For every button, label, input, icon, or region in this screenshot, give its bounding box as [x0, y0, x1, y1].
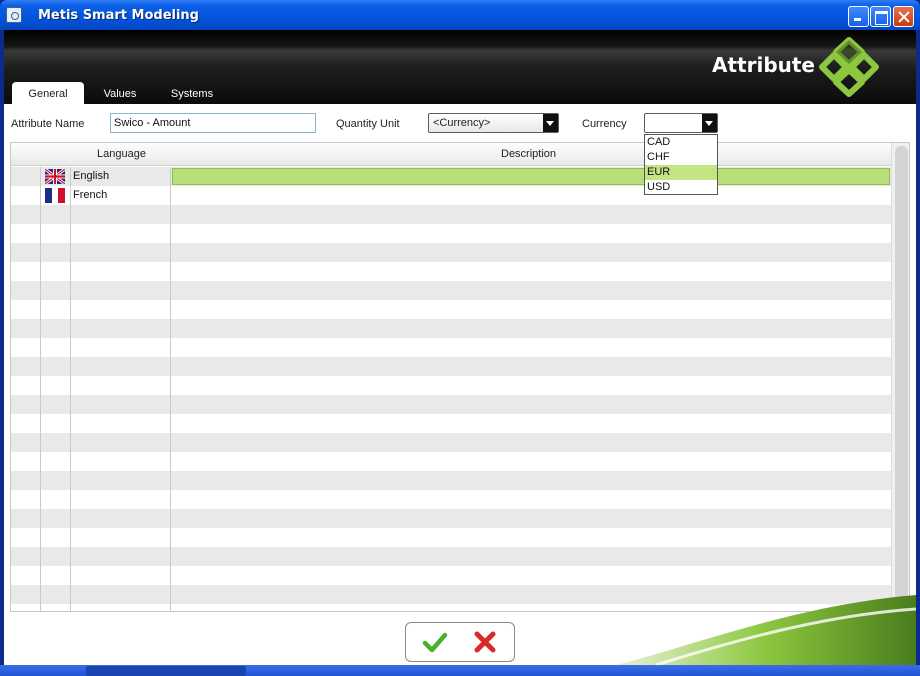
- chevron-down-icon[interactable]: [702, 114, 717, 132]
- minimize-button[interactable]: [848, 6, 869, 27]
- close-button[interactable]: [893, 6, 914, 27]
- table-row[interactable]: [11, 281, 891, 300]
- table-row[interactable]: [11, 319, 891, 338]
- currency-option-usd[interactable]: USD: [645, 180, 717, 195]
- quantity-unit-select[interactable]: <Currency>: [428, 113, 559, 133]
- language-cell: French: [73, 189, 108, 201]
- table-row[interactable]: English: [11, 167, 891, 186]
- currency-dropdown-list: CAD CHF EUR USD: [644, 134, 718, 195]
- tab-systems[interactable]: Systems: [160, 82, 224, 104]
- table-row[interactable]: [11, 205, 891, 224]
- quantity-unit-label: Quantity Unit: [336, 118, 400, 130]
- taskbar: [0, 665, 920, 676]
- window-title: Metis Smart Modeling: [38, 8, 199, 23]
- footer-swoosh-decoration: [616, 595, 916, 665]
- tab-general[interactable]: General: [12, 82, 84, 104]
- red-x-icon[interactable]: [472, 629, 498, 655]
- scrollbar-thumb[interactable]: [895, 146, 908, 608]
- table-row[interactable]: [11, 243, 891, 262]
- quantity-unit-value: <Currency>: [433, 117, 491, 129]
- table-row[interactable]: [11, 357, 891, 376]
- attribute-form: Attribute Name Quantity Unit <Currency> …: [4, 112, 916, 138]
- header-title: Attribute: [712, 53, 815, 77]
- dialog-client-area: Attribute General Values Systems Attribu…: [4, 30, 916, 665]
- table-row[interactable]: [11, 433, 891, 452]
- taskbar-item[interactable]: [86, 666, 246, 676]
- tab-bar: General Values Systems: [4, 82, 604, 104]
- grid-rows: English French: [11, 167, 891, 611]
- attribute-name-label: Attribute Name: [11, 118, 85, 130]
- table-row[interactable]: [11, 528, 891, 547]
- table-row[interactable]: [11, 471, 891, 490]
- maximize-button[interactable]: [870, 6, 891, 27]
- metis-logo-icon: [819, 37, 879, 97]
- title-bar: Metis Smart Modeling: [0, 0, 920, 30]
- checkmark-icon[interactable]: [422, 629, 448, 655]
- column-divider: [170, 167, 171, 611]
- table-row[interactable]: [11, 566, 891, 585]
- description-grid: Language Description English French: [10, 142, 910, 612]
- currency-label: Currency: [582, 118, 627, 130]
- grid-header: Language Description: [11, 143, 891, 166]
- france-flag-icon: [45, 188, 65, 203]
- chevron-down-icon[interactable]: [543, 114, 558, 132]
- uk-flag-icon: [45, 169, 65, 184]
- table-row[interactable]: French: [11, 186, 891, 205]
- app-icon[interactable]: [6, 7, 22, 23]
- currency-option-cad[interactable]: CAD: [645, 135, 717, 150]
- column-divider: [70, 167, 71, 611]
- table-row[interactable]: [11, 509, 891, 528]
- table-row[interactable]: [11, 300, 891, 319]
- table-row[interactable]: [11, 414, 891, 433]
- description-cell-editing[interactable]: [172, 168, 890, 185]
- table-row[interactable]: [11, 376, 891, 395]
- currency-option-eur[interactable]: EUR: [645, 165, 717, 180]
- tab-values[interactable]: Values: [90, 82, 150, 104]
- table-row[interactable]: [11, 490, 891, 509]
- table-row[interactable]: [11, 338, 891, 357]
- table-row[interactable]: [11, 224, 891, 243]
- table-row[interactable]: [11, 262, 891, 281]
- currency-select[interactable]: [644, 113, 718, 133]
- attribute-name-input[interactable]: [110, 113, 316, 133]
- column-divider: [40, 167, 41, 611]
- column-header-language[interactable]: Language: [97, 148, 146, 160]
- table-row[interactable]: [11, 395, 891, 414]
- vertical-scrollbar[interactable]: [891, 143, 909, 611]
- column-header-description[interactable]: Description: [501, 148, 556, 160]
- table-row[interactable]: [11, 452, 891, 471]
- language-cell: English: [73, 170, 110, 182]
- currency-option-chf[interactable]: CHF: [645, 150, 717, 165]
- table-row[interactable]: [11, 547, 891, 566]
- action-button-group: [405, 622, 515, 662]
